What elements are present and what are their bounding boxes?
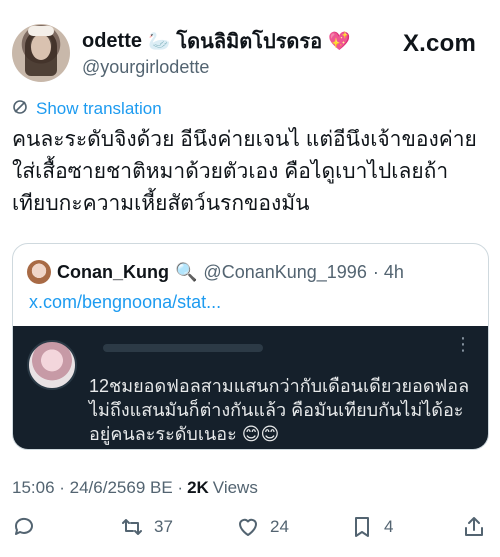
views-label: Views xyxy=(212,478,258,497)
translate-icon xyxy=(12,99,28,119)
heart-icon xyxy=(239,518,257,536)
author-avatar[interactable] xyxy=(12,24,70,82)
reply-button[interactable] xyxy=(12,515,46,539)
quoted-tweet[interactable]: Conan_Kung 🔍 @ConanKung_1996 · 4h x.com/… xyxy=(12,243,489,450)
author-name-thai[interactable]: โดนลิมิตโปรดรอ xyxy=(176,25,322,57)
swan-emoji: 🦢 xyxy=(148,30,171,52)
tweet-meta: 15:06 · 24/6/2569 BE · 2K Views xyxy=(12,478,258,498)
show-translation-link[interactable]: Show translation xyxy=(12,99,162,119)
bookmark-icon xyxy=(355,517,369,537)
bookmark-count: 4 xyxy=(384,517,394,536)
action-bar: 37 24 4 xyxy=(0,515,500,551)
quoted-author-name: Conan_Kung xyxy=(57,261,169,282)
embedded-blurred-name xyxy=(103,344,263,352)
more-icon: ⋮ xyxy=(454,334,472,354)
quoted-author-handle: @ConanKung_1996 xyxy=(203,261,367,282)
quoted-tweet-header: Conan_Kung 🔍 @ConanKung_1996 · 4h xyxy=(27,260,404,284)
retweet-count: 37 xyxy=(154,517,173,536)
retweet-button[interactable]: 37 xyxy=(120,515,173,539)
quoted-tweet-time: · 4h xyxy=(372,261,404,282)
like-count: 24 xyxy=(270,517,289,536)
views-count: 2K xyxy=(187,478,209,497)
tweet-timestamp[interactable]: 15:06 · 24/6/2569 BE · xyxy=(12,478,183,498)
retweet-icon xyxy=(122,519,142,535)
brand-logo: X.com xyxy=(402,30,476,57)
reply-icon xyxy=(14,517,33,535)
quoted-author-avatar xyxy=(27,260,51,284)
bookmark-button[interactable]: 4 xyxy=(350,515,393,539)
magnifier-emoji: 🔍 xyxy=(175,261,198,283)
like-button[interactable]: 24 xyxy=(236,515,289,539)
heart-emoji: 💖 xyxy=(328,30,351,52)
embedded-screenshot: ⋮ 12ชมยอดฟอลสามแสนกว่ากับเดือนเดียวยอดฟอ… xyxy=(13,326,488,449)
author-handle[interactable]: @yourgirlodette xyxy=(82,57,209,78)
embedded-tweet-text: 12ชมยอดฟอลสามแสนกว่ากับเดือนเดียวยอดฟอล … xyxy=(89,376,470,444)
quoted-tweet-link[interactable]: x.com/bengnoona/stat... xyxy=(29,292,221,313)
share-button[interactable] xyxy=(462,515,486,539)
show-translation-label[interactable]: Show translation xyxy=(36,99,162,119)
tweet-text: คนละระดับจิงด้วย อีนึงค่ายเจนไ แต่อีนึงเ… xyxy=(12,128,477,215)
share-icon xyxy=(465,517,483,536)
embedded-avatar xyxy=(27,340,77,390)
author-display-name[interactable]: odette xyxy=(82,30,142,53)
tweet-header: odette 🦢 โดนลิมิตโปรดรอ 💖 @yourgirlodett… xyxy=(12,24,488,86)
author-name-row[interactable]: odette 🦢 โดนลิมิตโปรดรอ 💖 xyxy=(82,28,351,54)
